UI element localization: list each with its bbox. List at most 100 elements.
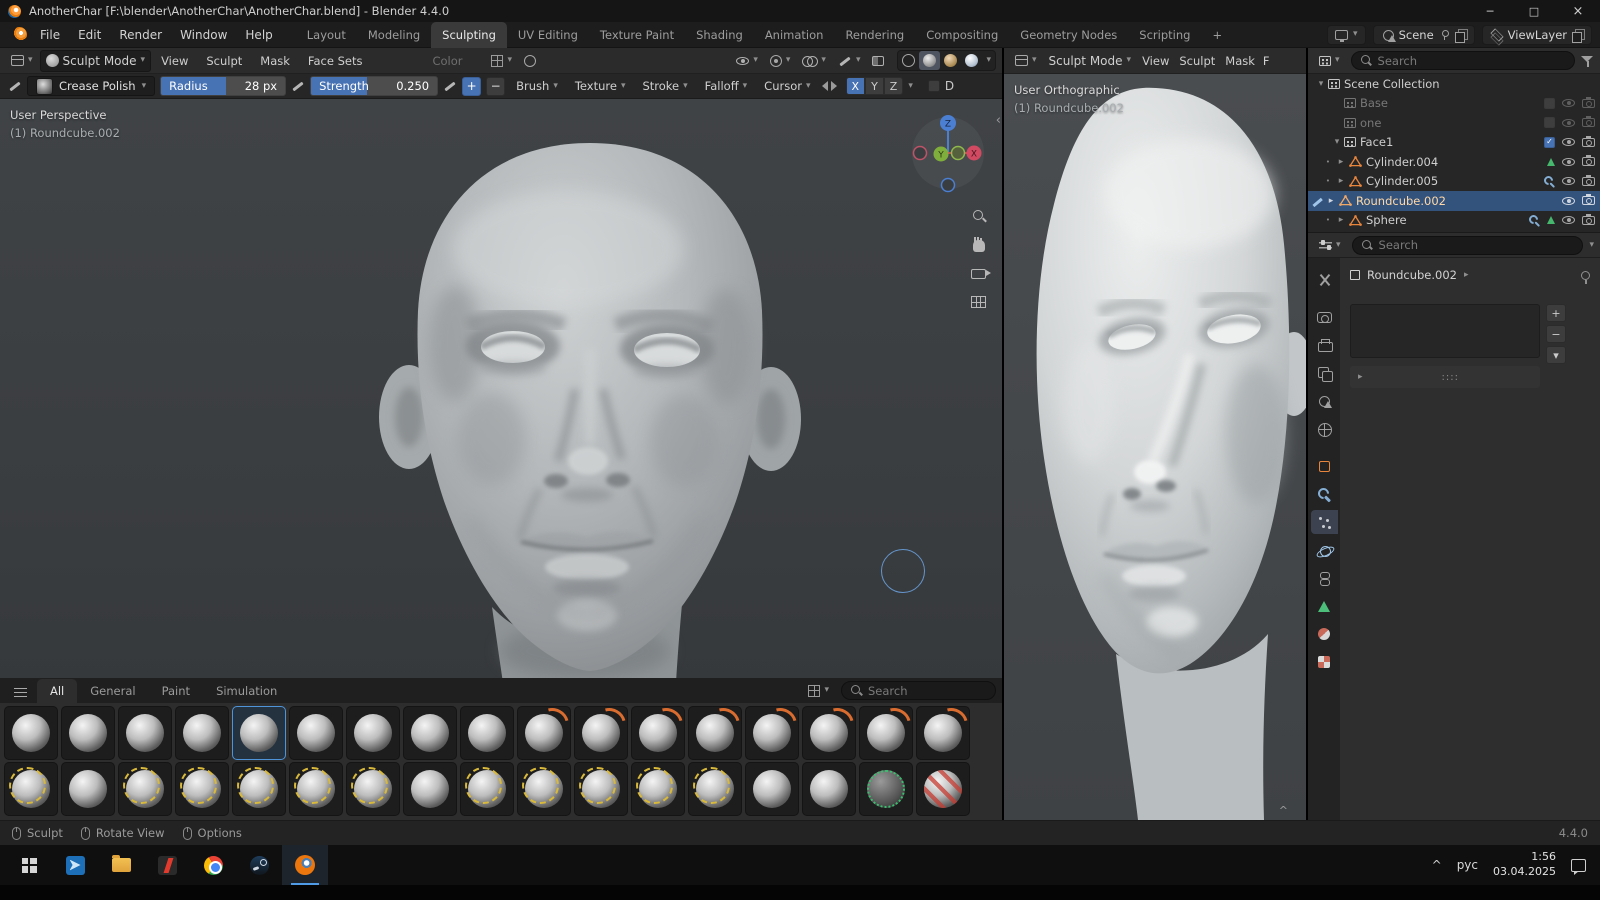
workspace-tab-rendering[interactable]: Rendering — [834, 22, 915, 48]
gizmos-dropdown[interactable]: ▾ — [765, 52, 796, 70]
workspace-tab-layout[interactable]: Layout — [296, 22, 357, 48]
properties-tab-data[interactable] — [1311, 594, 1338, 618]
shading-dropdown[interactable]: ▾ — [982, 53, 995, 68]
subtract-mode-button[interactable]: − — [486, 77, 505, 96]
menu-sculpt[interactable]: Sculpt — [198, 51, 250, 71]
brush-thumbnail[interactable] — [802, 706, 856, 760]
symmetry-x-button[interactable]: X — [846, 77, 866, 95]
breadcrumb-object-name[interactable]: Roundcube.002 — [1367, 268, 1457, 282]
secondary-viewport-body[interactable]: User Orthographic (1) Roundcube.002 ^ — [1004, 74, 1306, 820]
collection-exclude-checkbox[interactable]: ✓ — [1544, 137, 1555, 148]
visibility-dropdown[interactable]: ▾ — [731, 53, 763, 68]
hide-viewport-icon[interactable] — [1562, 197, 1575, 205]
brush-thumbnail[interactable] — [859, 706, 913, 760]
expand-icon[interactable]: ▾ — [1330, 137, 1344, 147]
remove-item-button[interactable]: − — [1546, 325, 1566, 343]
secondary-3d-viewport[interactable]: ▾ Sculpt Mode▾ View Sculpt Mask F — [1004, 48, 1306, 820]
maximize-button[interactable]: □ — [1512, 0, 1556, 22]
outliner-row-cylinder-004[interactable]: • ▸ Cylinder.004 — [1308, 152, 1600, 172]
taskbar-app-blender[interactable] — [282, 845, 328, 885]
properties-tab-view-layer[interactable] — [1311, 361, 1338, 385]
brush-thumbnail[interactable] — [4, 706, 58, 760]
notifications-icon[interactable] — [1571, 859, 1586, 872]
brush-thumbnail[interactable] — [688, 706, 742, 760]
brush-thumbnail[interactable] — [916, 706, 970, 760]
disable-render-icon[interactable] — [1582, 177, 1595, 186]
outliner-row-roundcube-002[interactable]: ▸ Roundcube.002 — [1308, 191, 1600, 211]
blender-menu-icon[interactable] — [12, 27, 27, 42]
menu-view[interactable]: View — [1138, 51, 1173, 71]
brush-selector[interactable]: Crease Polish ▾ — [27, 76, 155, 96]
workspace-tab-modeling[interactable]: Modeling — [357, 22, 431, 48]
collection-exclude-checkbox[interactable] — [1544, 117, 1555, 128]
taskbar-app-red[interactable] — [144, 845, 190, 885]
close-button[interactable]: × — [1556, 0, 1600, 22]
properties-tab-particles[interactable] — [1311, 510, 1338, 534]
brush-thumbnail[interactable] — [517, 706, 571, 760]
shading-rendered-button[interactable] — [961, 51, 982, 70]
brush-thumbnail[interactable] — [289, 762, 343, 816]
hide-viewport-icon[interactable] — [1562, 177, 1575, 185]
disable-render-icon[interactable] — [1582, 138, 1595, 147]
symmetry-y-button[interactable]: Y — [865, 77, 884, 95]
brush-thumbnail[interactable] — [346, 762, 400, 816]
brush-thumbnail[interactable] — [61, 706, 115, 760]
hide-viewport-icon[interactable] — [1562, 216, 1575, 224]
outliner-display-dropdown[interactable]: ▾ — [1314, 53, 1345, 69]
brush-thumbnail[interactable] — [631, 762, 685, 816]
language-indicator[interactable]: рус — [1457, 858, 1478, 872]
expand-icon[interactable]: ▸ — [1334, 176, 1348, 186]
add-item-button[interactable]: + — [1546, 304, 1566, 322]
tray-expand-icon[interactable]: ^ — [1432, 858, 1442, 872]
expand-shelf-icon[interactable]: ^ — [1279, 804, 1288, 817]
menu-render[interactable]: Render — [110, 25, 171, 45]
strength-pressure-toggle[interactable] — [443, 79, 457, 93]
outliner-row-sphere[interactable]: • ▸ Sphere — [1308, 211, 1600, 231]
falloff-shape-button[interactable] — [519, 52, 541, 70]
brush-thumbnail[interactable] — [574, 706, 628, 760]
menu-mask[interactable]: Mask — [252, 51, 298, 71]
shelf-tab-paint[interactable]: Paint — [149, 679, 203, 703]
brush-thumbnail[interactable] — [118, 706, 172, 760]
disable-render-icon[interactable] — [1582, 196, 1595, 205]
shading-material-button[interactable] — [940, 51, 961, 70]
xray-toggle[interactable] — [867, 53, 889, 69]
menu-mask[interactable]: Mask — [1221, 51, 1259, 71]
radius-slider[interactable]: Radius 28 px — [160, 76, 286, 96]
brush-thumbnail[interactable] — [859, 762, 913, 816]
workspace-tab-uv-editing[interactable]: UV Editing — [507, 22, 589, 48]
main-3d-viewport[interactable]: User Perspective (1) Roundcube.002 Y Z X… — [0, 99, 1002, 820]
properties-tab-object[interactable] — [1311, 454, 1338, 478]
paint-texture-dropdown[interactable]: ▾ — [486, 52, 517, 70]
clock[interactable]: 1:56 03.04.2025 — [1493, 850, 1556, 880]
filter-icon[interactable] — [1581, 55, 1594, 67]
add-mode-button[interactable]: + — [462, 77, 481, 96]
menu-sculpt[interactable]: Sculpt — [1175, 51, 1219, 71]
workspace-tab-compositing[interactable]: Compositing — [915, 22, 1009, 48]
brush-thumbnail[interactable] — [232, 706, 286, 760]
navigation-gizmo[interactable]: Y Z X — [908, 107, 988, 199]
shelf-search[interactable] — [841, 681, 996, 700]
disable-render-icon[interactable] — [1582, 118, 1595, 127]
properties-tab-material[interactable] — [1311, 622, 1338, 646]
expand-icon[interactable]: ▸ — [1324, 196, 1338, 206]
disable-render-icon[interactable] — [1582, 216, 1595, 225]
new-viewlayer-icon[interactable] — [1572, 29, 1584, 41]
properties-tab-physics[interactable] — [1311, 538, 1338, 562]
workspace-tab-animation[interactable]: Animation — [754, 22, 835, 48]
pan-hand-icon[interactable] — [973, 240, 985, 252]
hide-viewport-icon[interactable] — [1562, 119, 1575, 127]
symmetry-dropdown-icon[interactable]: ▾ — [908, 82, 913, 91]
shading-solid-button[interactable] — [919, 51, 940, 70]
editor-type-button[interactable]: ▾ — [6, 52, 38, 69]
menu-face-sets[interactable]: Face Sets — [300, 51, 371, 71]
shelf-display-dropdown[interactable]: ▾ — [803, 682, 834, 700]
annotate-dropdown[interactable]: ▾ — [833, 51, 866, 71]
properties-search-input[interactable] — [1379, 238, 1574, 252]
mode-selector[interactable]: Sculpt Mode▾ — [40, 50, 152, 72]
properties-tab-tool[interactable] — [1311, 268, 1338, 292]
properties-tab-modifiers[interactable] — [1311, 482, 1338, 506]
overlays-dropdown[interactable]: ▾ — [797, 53, 831, 69]
specials-dropdown[interactable]: ▾ — [1546, 346, 1566, 364]
shelf-menu-icon[interactable] — [14, 688, 27, 697]
